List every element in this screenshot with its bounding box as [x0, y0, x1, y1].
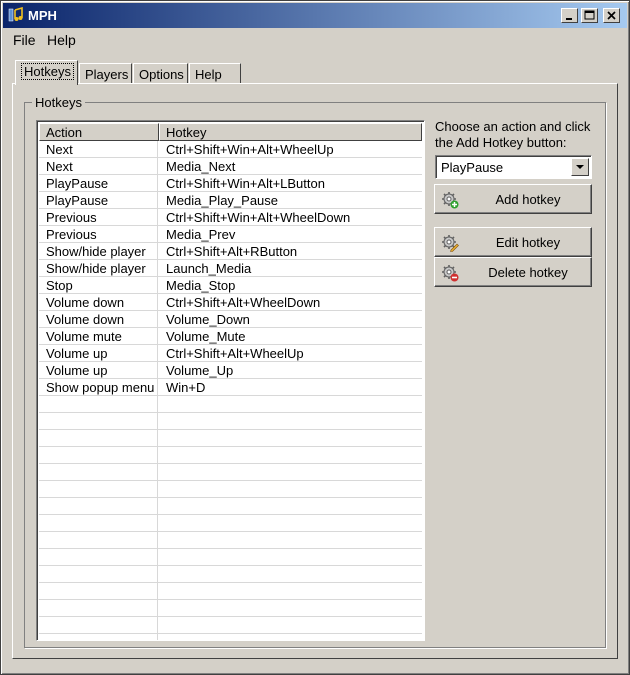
tab-players[interactable]: Players: [79, 63, 132, 84]
tab-help-label: Help: [195, 67, 222, 82]
add-hotkey-label: Add hotkey: [495, 192, 561, 207]
table-row[interactable]: Previous Media_Prev: [39, 226, 422, 243]
empty-table-row: [39, 515, 422, 532]
column-header-action-label: Action: [46, 125, 83, 140]
empty-table-row: [39, 413, 422, 430]
cell-action: Previous: [46, 227, 97, 242]
cell-action: Volume up: [46, 363, 108, 378]
cell-hotkey: Ctrl+Shift+Alt+RButton: [166, 244, 298, 259]
cell-hotkey: Volume_Down: [166, 312, 250, 327]
menu-file-label: File: [13, 32, 36, 48]
column-header-hotkey-label: Hotkey: [166, 125, 207, 140]
gear-minus-icon: [441, 264, 459, 282]
cell-action: Volume down: [46, 295, 125, 310]
table-row[interactable]: Volume down Ctrl+Shift+Alt+WheelDown: [39, 294, 422, 311]
gear-plus-icon: [441, 191, 459, 209]
group-legend: Hotkeys: [32, 95, 85, 110]
maximize-button[interactable]: [581, 8, 598, 23]
empty-table-row: [39, 481, 422, 498]
music-note-icon: [8, 6, 24, 23]
tab-players-label: Players: [85, 67, 129, 82]
cell-action: Stop: [46, 278, 73, 293]
empty-table-row: [39, 617, 422, 634]
cell-hotkey: Ctrl+Shift+Win+Alt+WheelDown: [166, 210, 351, 225]
cell-action: Previous: [46, 210, 97, 225]
list-header: Action Hotkey: [39, 123, 422, 141]
empty-table-row: [39, 498, 422, 515]
cell-action: PlayPause: [46, 176, 109, 191]
table-row[interactable]: PlayPause Ctrl+Shift+Win+Alt+LButton: [39, 175, 422, 192]
action-select-value: PlayPause: [441, 160, 504, 175]
column-header-action[interactable]: Action: [39, 123, 159, 141]
cell-hotkey: Ctrl+Shift+Win+Alt+LButton: [166, 176, 325, 191]
table-row[interactable]: Show/hide player Ctrl+Shift+Alt+RButton: [39, 243, 422, 260]
cell-hotkey: Volume_Mute: [166, 329, 246, 344]
table-row[interactable]: Show/hide player Launch_Media: [39, 260, 422, 277]
cell-hotkey: Volume_Up: [166, 363, 234, 378]
tab-strip: Hotkeys Players Options Help: [13, 60, 613, 85]
edit-hotkey-label: Edit hotkey: [495, 235, 561, 250]
cell-hotkey: Launch_Media: [166, 261, 252, 276]
table-row[interactable]: Volume up Volume_Up: [39, 362, 422, 379]
cell-hotkey: Ctrl+Shift+Alt+WheelDown: [166, 295, 321, 310]
add-hotkey-button[interactable]: Add hotkey: [434, 184, 592, 214]
menu-bar: File Help: [3, 30, 627, 50]
empty-table-row: [39, 396, 422, 413]
cell-action: Show popup menu: [46, 380, 155, 395]
cell-action: Next: [46, 142, 73, 157]
menu-help[interactable]: Help: [47, 32, 76, 48]
edit-hotkey-button[interactable]: Edit hotkey: [434, 227, 592, 257]
table-row[interactable]: Next Media_Next: [39, 158, 422, 175]
chevron-down-icon[interactable]: [571, 158, 589, 176]
hotkey-list[interactable]: Action Hotkey Next Ctrl+Shift+Win+Alt+Whe…: [36, 120, 425, 641]
table-row[interactable]: Stop Media_Stop: [39, 277, 422, 294]
cell-action: Volume down: [46, 312, 125, 327]
empty-table-row: [39, 532, 422, 549]
empty-table-row: [39, 447, 422, 464]
action-select[interactable]: PlayPause: [435, 155, 592, 179]
tab-help[interactable]: Help: [189, 63, 241, 84]
close-button[interactable]: [603, 8, 620, 23]
cell-hotkey: Ctrl+Shift+Win+Alt+WheelUp: [166, 142, 334, 157]
empty-table-row: [39, 549, 422, 566]
table-row[interactable]: Volume up Ctrl+Shift+Alt+WheelUp: [39, 345, 422, 362]
cell-hotkey: Media_Stop: [166, 278, 236, 293]
menu-file[interactable]: File: [13, 32, 36, 48]
cell-hotkey: Media_Play_Pause: [166, 193, 279, 208]
column-header-hotkey[interactable]: Hotkey: [159, 123, 422, 141]
table-row[interactable]: PlayPause Media_Play_Pause: [39, 192, 422, 209]
empty-table-row: [39, 566, 422, 583]
tab-hotkeys[interactable]: Hotkeys: [15, 60, 78, 85]
cell-action: Show/hide player: [46, 244, 146, 259]
empty-table-row: [39, 600, 422, 617]
cell-action: Volume up: [46, 346, 108, 361]
instruction-text: Choose an action and click the Add Hotke…: [435, 119, 591, 150]
cell-hotkey: Media_Prev: [166, 227, 236, 242]
delete-hotkey-label: Delete hotkey: [488, 265, 568, 280]
cell-action: Volume mute: [46, 329, 122, 344]
window-title: MPH: [28, 8, 57, 23]
tab-options[interactable]: Options: [133, 63, 188, 84]
cell-action: Next: [46, 159, 73, 174]
table-row[interactable]: Show popup menu Win+D: [39, 379, 422, 396]
empty-table-row: [39, 464, 422, 481]
cell-hotkey: Media_Next: [166, 159, 236, 174]
gear-pencil-icon: [441, 234, 459, 252]
table-row[interactable]: Previous Ctrl+Shift+Win+Alt+WheelDown: [39, 209, 422, 226]
minimize-button[interactable]: [561, 8, 578, 23]
cell-hotkey: Win+D: [166, 380, 206, 395]
delete-hotkey-button[interactable]: Delete hotkey: [434, 257, 592, 287]
cell-hotkey: Ctrl+Shift+Alt+WheelUp: [166, 346, 304, 361]
empty-table-row: [39, 430, 422, 447]
menu-help-label: Help: [47, 32, 76, 48]
table-row[interactable]: Volume down Volume_Down: [39, 311, 422, 328]
tab-hotkeys-label: Hotkeys: [21, 63, 74, 80]
table-row[interactable]: Volume mute Volume_Mute: [39, 328, 422, 345]
title-bar[interactable]: MPH: [3, 3, 627, 28]
table-row[interactable]: Next Ctrl+Shift+Win+Alt+WheelUp: [39, 141, 422, 158]
tab-options-label: Options: [139, 67, 184, 82]
cell-action: Show/hide player: [46, 261, 146, 276]
cell-action: PlayPause: [46, 193, 109, 208]
empty-table-row: [39, 583, 422, 600]
